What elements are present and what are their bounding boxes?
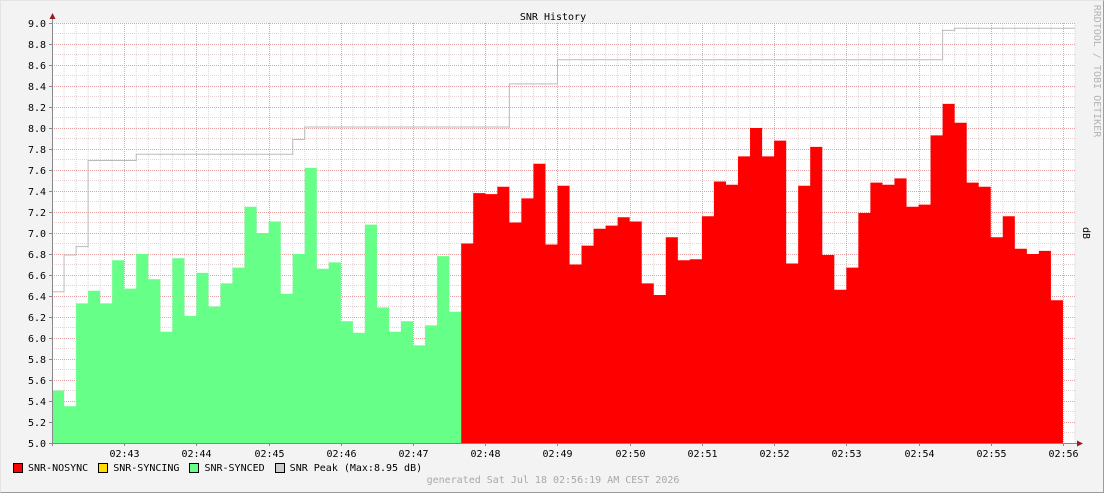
legend-label: SNR-NOSYNC xyxy=(28,462,89,474)
x-axis-arrow xyxy=(1077,440,1083,447)
x-tick-label: 02:53 xyxy=(831,449,861,460)
y-tick-label: 6.8 xyxy=(28,250,46,261)
y-tick-label: 6.0 xyxy=(28,334,46,345)
x-tick-label: 02:44 xyxy=(181,449,211,460)
graph-frame: 5.0 5.2 5.4 5.6 5.8 6.0 6.2 6.4 6.6 6.8 7.0 7.2 7.4 7… xyxy=(0,0,1104,493)
legend-swatch xyxy=(189,463,200,473)
x-tick-label: 02:47 xyxy=(398,449,428,460)
legend-item-snr-synced: SNR-SYNCED xyxy=(189,462,265,474)
legend-item-snr-peak: SNR Peak (Max:8.95 dB) xyxy=(274,462,423,474)
legend-label: SNR-SYNCED xyxy=(204,462,265,474)
legend-peak-max: (Max:8.95 dB) xyxy=(343,462,423,474)
snr-chart: 5.0 5.2 5.4 5.6 5.8 6.0 6.2 6.4 6.6 6.8 7.0 7.2 7.4 7… xyxy=(28,5,1102,460)
y-tick-label: 6.6 xyxy=(28,271,46,282)
x-tick-label: 02:51 xyxy=(687,449,717,460)
legend: SNR-NOSYNC SNR-SYNCING SNR-SYNCED SNR Peak (… xyxy=(13,461,432,475)
generated-footer: generated Sat Jul 18 02:56:19 AM CEST 20… xyxy=(426,475,680,486)
y-tick-labels: 5.0 5.2 5.4 5.6 5.8 6.0 6.2 6.4 6.6 6.8 7.0 7.2 7.4 7… xyxy=(28,19,46,450)
y-tick-label: 7.2 xyxy=(28,208,46,219)
rrdtool-watermark: RRDTOOL / TOBI OETIKER xyxy=(1091,5,1102,138)
x-tick-label: 02:45 xyxy=(254,449,284,460)
y-tick-label: 6.4 xyxy=(28,292,46,303)
y-tick-label: 7.6 xyxy=(28,166,46,177)
y-tick-label: 7.8 xyxy=(28,145,46,156)
x-tick-label: 02:52 xyxy=(759,449,789,460)
y-tick-label: 8.8 xyxy=(28,40,46,51)
legend-item-snr-syncing: SNR-SYNCING xyxy=(98,463,179,474)
y-tick-label: 8.4 xyxy=(28,82,46,93)
x-tick-label: 02:54 xyxy=(904,449,934,460)
y-axis-arrow xyxy=(49,13,56,19)
y-tick-label: 9.0 xyxy=(28,19,46,30)
x-tick-label: 02:48 xyxy=(470,449,500,460)
y-tick-label: 6.2 xyxy=(28,313,46,324)
x-tick-label: 02:50 xyxy=(615,449,645,460)
x-tick-label: 02:43 xyxy=(109,449,139,460)
y-tick-label: 7.4 xyxy=(28,187,46,198)
y-tick-label: 7.0 xyxy=(28,229,46,240)
legend-swatch xyxy=(13,463,23,473)
legend-item-snr-nosync: SNR-NOSYNC xyxy=(13,463,88,474)
legend-swatch xyxy=(98,463,109,473)
y-tick-label: 8.6 xyxy=(28,61,46,72)
x-tick-label: 02:56 xyxy=(1048,449,1078,460)
x-tick-label: 02:49 xyxy=(542,449,572,460)
y-tick-label: 5.8 xyxy=(28,355,46,366)
y-axis-label: dB xyxy=(1080,227,1091,239)
legend-label: SNR Peak xyxy=(289,462,338,474)
y-tick-label: 5.6 xyxy=(28,376,46,387)
x-tick-label: 02:55 xyxy=(976,449,1006,460)
x-tick-label: 02:46 xyxy=(326,449,356,460)
x-tick-labels: 02:43 02:44 02:45 02:46 02:47 02:48 02:49 02:50… xyxy=(109,449,1078,460)
y-tick-label: 5.4 xyxy=(28,397,46,408)
y-tick-label: 5.0 xyxy=(28,439,46,450)
legend-swatch xyxy=(274,463,285,473)
y-tick-label: 8.0 xyxy=(28,124,46,135)
chart-title: SNR History xyxy=(520,12,586,23)
legend-label: SNR-SYNCING xyxy=(113,462,180,474)
y-tick-label: 8.2 xyxy=(28,103,46,114)
y-tick-label: 5.2 xyxy=(28,418,46,429)
